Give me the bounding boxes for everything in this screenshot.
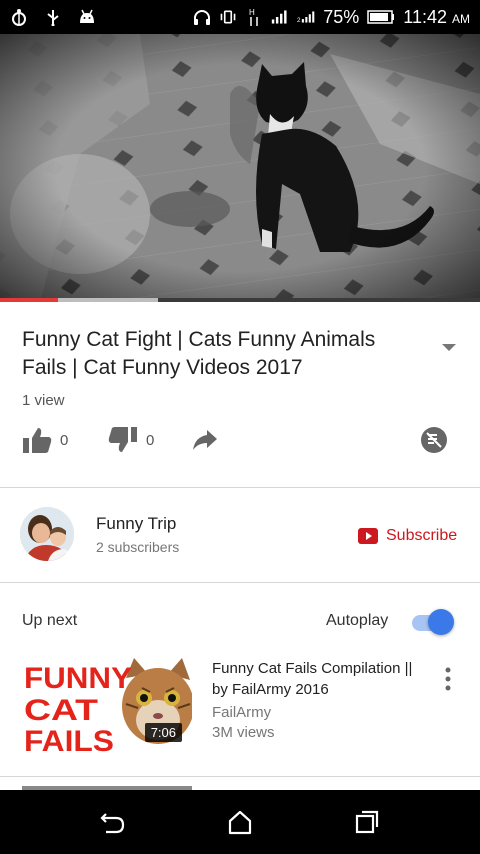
android-icon: [78, 8, 96, 26]
recents-icon: [355, 810, 379, 834]
video-title: Funny Cat Fight | Cats Funny Animals Fai…: [22, 328, 376, 379]
subscribe-button[interactable]: Subscribe: [358, 526, 457, 546]
autoplay-toggle[interactable]: [410, 608, 456, 636]
video-player[interactable]: [0, 34, 480, 302]
thumbs-up-icon: [23, 428, 52, 453]
status-bar: H 2 75% 11:42 AM: [0, 0, 480, 34]
more-options-icon[interactable]: [440, 666, 456, 692]
back-button[interactable]: [98, 809, 126, 835]
vibrate-icon: [219, 8, 237, 26]
video-progress-bar[interactable]: [0, 298, 480, 302]
svg-text:2: 2: [297, 17, 301, 24]
divider: [0, 776, 480, 777]
clock-suffix: AM: [452, 11, 470, 26]
autoplay-toggle-knob: [428, 609, 454, 635]
clock: 11:42 AM: [403, 7, 470, 28]
up-next-views: 3M views: [212, 724, 275, 741]
home-icon: [228, 810, 252, 835]
autoplay-label: Autoplay: [326, 612, 389, 629]
subscribe-label: Subscribe: [386, 527, 458, 544]
clock-time: 11:42: [403, 6, 447, 27]
signal-icon: [271, 8, 289, 26]
add-to-playlist-button[interactable]: [420, 424, 448, 456]
usb-icon: [44, 8, 62, 26]
battery-icon: [367, 8, 395, 26]
system-nav-bar: [0, 790, 480, 854]
thumbnail-title-line: CAT: [24, 694, 98, 727]
youtube-play-icon: [358, 528, 378, 544]
thumbnail-title-line: FUNNY: [24, 662, 132, 695]
thumbnail-title-line: FAILS: [24, 725, 114, 754]
share-button[interactable]: [192, 424, 218, 456]
home-button[interactable]: [226, 809, 254, 835]
up-next-title[interactable]: Funny Cat Fails Compilation || by FailAr…: [212, 658, 422, 700]
dislike-button[interactable]: 0: [108, 424, 154, 456]
video-duration: 7:06: [144, 723, 182, 742]
like-count: 0: [60, 431, 69, 449]
up-next-thumbnail[interactable]: FUNNY CAT FAILS 7:06: [22, 658, 192, 754]
add-to-playlist-icon: [421, 427, 447, 453]
signal-2-icon: 2: [297, 8, 315, 26]
progress-played: [0, 298, 58, 302]
up-next-channel: FailArmy: [212, 704, 272, 721]
like-button[interactable]: 0: [22, 424, 68, 456]
up-next-label: Up next: [22, 612, 78, 629]
divider: [0, 487, 480, 488]
headset-icon: [193, 8, 211, 26]
channel-name[interactable]: Funny Trip: [96, 514, 176, 534]
divider: [0, 582, 480, 583]
thumbs-down-icon: [108, 427, 137, 452]
back-icon: [100, 813, 125, 834]
dislike-count: 0: [146, 431, 155, 449]
recents-button[interactable]: [354, 809, 382, 835]
subscriber-count: 2 subscribers: [96, 539, 180, 555]
svg-text:H: H: [249, 8, 255, 17]
share-icon: [193, 430, 217, 450]
battery-percent: 75%: [323, 6, 360, 27]
channel-avatar[interactable]: [20, 507, 74, 561]
view-count: 1 view: [22, 392, 65, 409]
android-debug-icon: [10, 8, 28, 26]
video-frame: [0, 34, 480, 302]
expand-description-icon[interactable]: [440, 340, 458, 352]
video-actions: 0 0: [22, 424, 462, 456]
data-arrows-icon: H: [245, 8, 263, 26]
